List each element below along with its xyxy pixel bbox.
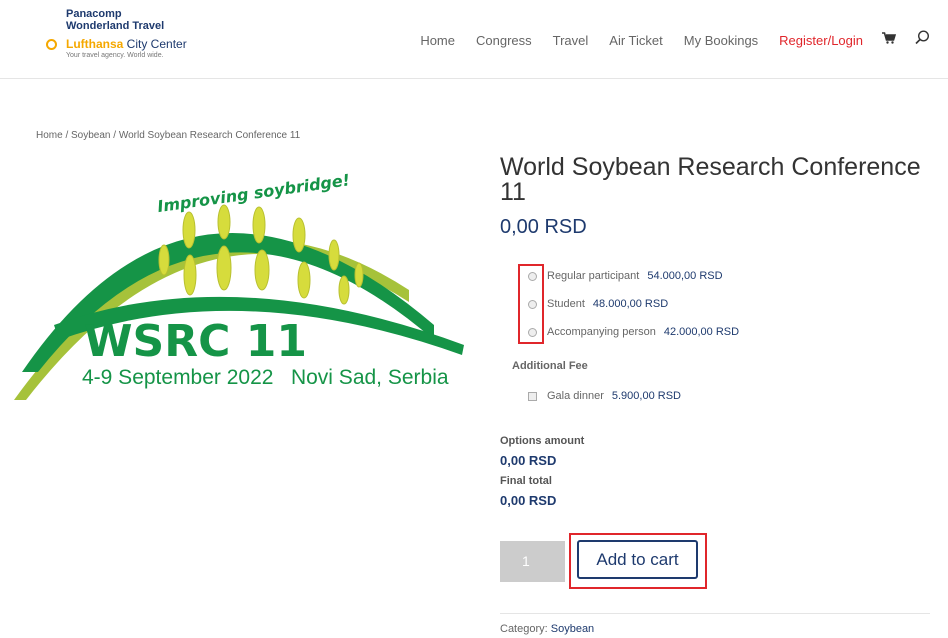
final-total-value: 0,00 RSD <box>500 493 557 508</box>
nav-register-login[interactable]: Register/Login <box>779 33 863 48</box>
product-price: 0,00 RSD <box>500 216 587 238</box>
logo-line-1: Panacomp <box>66 8 122 20</box>
site-logo[interactable]: Panacomp Wonderland Travel Lufthansa Cit… <box>38 6 218 66</box>
options-amount-value: 0,00 RSD <box>500 453 557 468</box>
option-student[interactable]: Student 48.000,00 RSD <box>528 298 668 310</box>
option-label: Student <box>547 298 585 310</box>
category-label: Category: <box>500 623 551 635</box>
checkbox[interactable] <box>528 391 537 401</box>
logo-main-text: WSRC 11 <box>84 316 307 367</box>
main-nav: Home Congress Travel Air Ticket My Booki… <box>399 30 930 50</box>
option-amount: 48.000,00 RSD <box>592 298 669 310</box>
option-amount: 54.000,00 RSD <box>647 270 723 282</box>
product-title: World Soybean Research Conference 11 <box>500 153 921 206</box>
option-label: Gala dinner <box>547 390 604 402</box>
additional-fee-heading: Additional Fee <box>512 360 588 372</box>
option-label: Regular participant <box>547 270 640 282</box>
logo-date-location: 4-9 September 2022 Novi Sad, Serbia <box>82 366 449 389</box>
logo-brand-rest: City Center <box>123 37 187 51</box>
product-image: Improving soybridge! WSRC 11 4-9 Septemb… <box>14 170 464 400</box>
nav-home[interactable]: Home <box>420 33 455 48</box>
option-amount: 5.900,00 RSD <box>611 390 681 402</box>
option-label: Accompanying person <box>547 326 656 338</box>
option-gala-dinner[interactable]: Gala dinner 5.900,00 RSD <box>528 390 681 402</box>
cart-icon[interactable] <box>882 31 897 49</box>
option-accompanying-person[interactable]: Accompanying person 42.000,00 RSD <box>528 326 739 338</box>
options-amount-label: Options amount <box>500 435 585 447</box>
logo-brand: Lufthansa City Center <box>66 37 187 51</box>
option-amount: 42.000,00 RSD <box>663 326 740 338</box>
option-regular-participant[interactable]: Regular participant 54.000,00 RSD <box>528 270 723 282</box>
nav-air-ticket[interactable]: Air Ticket <box>609 33 662 48</box>
product-category: Category: Soybean <box>500 623 594 635</box>
category-link[interactable]: Soybean <box>551 623 594 635</box>
search-icon[interactable] <box>915 30 930 50</box>
nav-congress[interactable]: Congress <box>476 33 532 48</box>
nav-travel[interactable]: Travel <box>553 33 589 48</box>
final-total-label: Final total <box>500 475 552 487</box>
logo-tagline: Your travel agency. World wide. <box>66 52 164 59</box>
site-header: Panacomp Wonderland Travel Lufthansa Cit… <box>0 0 948 79</box>
highlight-box-add-to-cart <box>569 533 707 589</box>
logo-line-2: Wonderland Travel <box>66 20 165 32</box>
quantity-input[interactable] <box>500 541 565 582</box>
highlight-box-radios <box>518 264 544 344</box>
logo-brand-bold: Lufthansa <box>66 37 124 51</box>
nav-my-bookings[interactable]: My Bookings <box>684 33 758 48</box>
arc-slogan: Improving soybridge! <box>156 170 351 216</box>
breadcrumb: Home / Soybean / World Soybean Research … <box>36 130 301 141</box>
lufthansa-crane-icon <box>46 39 57 50</box>
divider <box>500 613 930 614</box>
